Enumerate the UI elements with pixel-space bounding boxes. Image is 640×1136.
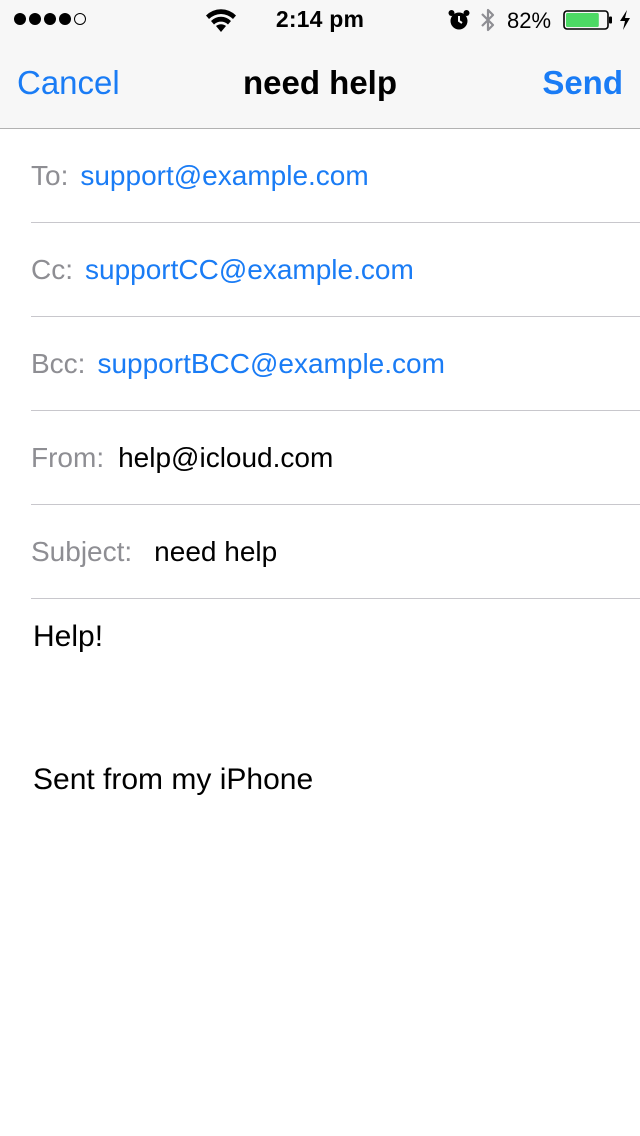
from-field[interactable]: From: help@icloud.com: [31, 411, 640, 505]
bcc-label: Bcc:: [31, 347, 86, 379]
to-recipient[interactable]: support@example.com: [80, 160, 368, 192]
charging-bolt-icon: [620, 10, 630, 30]
battery-percent: 82%: [507, 8, 552, 33]
to-label: To:: [31, 159, 69, 191]
battery-icon: [563, 10, 612, 30]
from-label: From:: [31, 441, 105, 473]
bluetooth-icon: [481, 8, 495, 32]
from-address[interactable]: help@icloud.com: [118, 442, 333, 474]
mail-header-fields: To: support@example.com Cc: supportCC@ex…: [0, 129, 640, 599]
cc-recipient[interactable]: supportCC@example.com: [85, 254, 414, 286]
subject-label: Subject:: [31, 535, 133, 567]
status-bar: 2:14 pm 82%: [0, 0, 640, 40]
bcc-recipient[interactable]: supportBCC@example.com: [97, 348, 444, 380]
send-button[interactable]: Send: [542, 64, 623, 102]
message-body[interactable]: Help! Sent from my iPhone: [33, 617, 623, 800]
alarm-icon: [448, 10, 470, 30]
to-field[interactable]: To: support@example.com: [31, 129, 640, 223]
cc-label: Cc:: [31, 253, 73, 285]
message-text[interactable]: Help!: [33, 617, 623, 657]
cc-field[interactable]: Cc: supportCC@example.com: [31, 223, 640, 317]
signature[interactable]: Sent from my iPhone: [33, 760, 623, 800]
subject-input[interactable]: need help: [154, 536, 277, 568]
navigation-header: 2:14 pm 82% Cancel need help Send: [0, 0, 640, 129]
subject-field[interactable]: Subject: need help: [31, 505, 640, 599]
bcc-field[interactable]: Bcc: supportBCC@example.com: [31, 317, 640, 411]
